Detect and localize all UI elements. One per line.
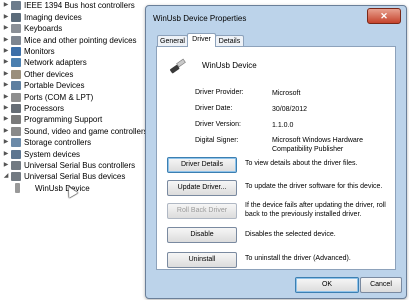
keyboard-icon bbox=[11, 24, 21, 33]
expand-arrow-icon[interactable]: ▶ bbox=[3, 12, 9, 23]
tab-driver[interactable]: Driver bbox=[187, 33, 216, 47]
properties-dialog: WinUsb Device Properties ✕ General Drive… bbox=[145, 5, 407, 299]
programming-icon bbox=[11, 115, 21, 124]
tree-node-label: Storage controllers bbox=[24, 138, 92, 147]
expand-arrow-icon[interactable]: ▶ bbox=[3, 0, 9, 11]
tree-node-label: Universal Serial Bus devices bbox=[24, 172, 126, 181]
uninstall-desc: To uninstall the driver (Advanced). bbox=[245, 255, 351, 262]
tab-label: Details bbox=[218, 38, 241, 45]
expand-arrow-icon[interactable]: ▶ bbox=[3, 137, 9, 148]
update-driver-button[interactable]: Update Driver... bbox=[167, 180, 237, 196]
camera-icon bbox=[11, 13, 21, 22]
close-icon: ✕ bbox=[380, 11, 388, 21]
expand-arrow-icon[interactable]: ▶ bbox=[3, 80, 9, 91]
speaker-icon bbox=[11, 127, 21, 136]
monitor-icon bbox=[11, 47, 21, 56]
system-icon bbox=[11, 150, 21, 159]
mouse-icon bbox=[11, 36, 21, 45]
expand-arrow-icon[interactable]: ▶ bbox=[3, 46, 9, 57]
driver-date-value: 30/08/2012 bbox=[272, 106, 308, 113]
expand-arrow-icon[interactable]: ▶ bbox=[3, 114, 9, 125]
driver-version-label: Driver Version: bbox=[195, 121, 241, 128]
collapse-arrow-icon[interactable]: ◢ bbox=[3, 171, 9, 182]
tab-label: Driver bbox=[192, 36, 211, 43]
tree-node-label: System devices bbox=[24, 150, 81, 159]
disable-button[interactable]: Disable bbox=[167, 227, 237, 243]
tree-node-label: Processors bbox=[24, 104, 65, 113]
expand-arrow-icon[interactable]: ▶ bbox=[3, 23, 9, 34]
portable-device-icon bbox=[11, 81, 21, 90]
driver-details-button[interactable]: Driver Details bbox=[167, 157, 237, 173]
expand-arrow-icon[interactable]: ▶ bbox=[3, 103, 9, 114]
usb-icon bbox=[11, 161, 21, 170]
network-icon bbox=[11, 58, 21, 67]
port-icon bbox=[11, 93, 21, 102]
usb-plug-icon bbox=[169, 58, 186, 74]
storage-icon bbox=[11, 138, 21, 147]
usb-plug-icon bbox=[15, 183, 20, 193]
cancel-button[interactable]: Cancel bbox=[360, 277, 402, 293]
digital-signer-value: Microsoft Windows Hardware Compatibility… bbox=[272, 137, 364, 153]
tree-node-label: Keyboards bbox=[24, 24, 63, 33]
tab-label: General bbox=[160, 38, 185, 45]
close-button[interactable]: ✕ bbox=[367, 8, 401, 24]
disable-desc: Disables the selected device. bbox=[245, 231, 336, 238]
driver-provider-label: Driver Provider: bbox=[195, 89, 244, 96]
update-driver-desc: To update the driver software for this d… bbox=[245, 183, 383, 190]
tree-node-label: Sound, video and game controllers bbox=[24, 127, 148, 136]
other-devices-icon bbox=[11, 70, 21, 79]
expand-arrow-icon[interactable]: ▶ bbox=[3, 149, 9, 160]
expand-arrow-icon[interactable]: ▶ bbox=[3, 57, 9, 68]
usb-icon bbox=[11, 172, 21, 181]
tree-node-label: IEEE 1394 Bus host controllers bbox=[24, 1, 135, 10]
dialog-title: WinUsb Device Properties bbox=[153, 14, 247, 23]
tree-node-label: Mice and other pointing devices bbox=[24, 36, 137, 45]
expand-arrow-icon[interactable]: ▶ bbox=[3, 69, 9, 80]
tree-node-label: Ports (COM & LPT) bbox=[24, 93, 94, 102]
ok-button[interactable]: OK bbox=[295, 277, 359, 293]
driver-details-desc: To view details about the driver files. bbox=[245, 160, 358, 167]
tree-node-label: Other devices bbox=[24, 70, 74, 79]
driver-date-label: Driver Date: bbox=[195, 105, 233, 112]
driver-provider-value: Microsoft bbox=[272, 90, 301, 97]
processor-icon bbox=[11, 104, 21, 113]
tree-node-label: Universal Serial Bus controllers bbox=[24, 161, 136, 170]
uninstall-button[interactable]: Uninstall bbox=[167, 252, 237, 268]
driver-tab-panel: WinUsb Device Driver Provider: Microsoft… bbox=[156, 46, 396, 270]
expand-arrow-icon[interactable]: ▶ bbox=[3, 35, 9, 46]
expand-arrow-icon[interactable]: ▶ bbox=[3, 92, 9, 103]
tree-node-label: WinUsb Device bbox=[35, 184, 90, 193]
tree-node-label: Portable Devices bbox=[24, 81, 85, 90]
ieee1394-icon bbox=[11, 1, 21, 10]
tree-node-label: Network adapters bbox=[24, 58, 87, 67]
tree-node-label: Monitors bbox=[24, 47, 55, 56]
device-name: WinUsb Device bbox=[202, 61, 257, 70]
tree-node-label: Programming Support bbox=[24, 115, 103, 124]
tree-node-label: Imaging devices bbox=[24, 13, 82, 22]
expand-arrow-icon[interactable]: ▶ bbox=[3, 160, 9, 171]
digital-signer-label: Digital Signer: bbox=[195, 137, 239, 144]
roll-back-driver-button[interactable]: Roll Back Driver bbox=[167, 203, 237, 219]
roll-back-driver-desc: If the device fails after updating the d… bbox=[245, 202, 386, 218]
dialog-titlebar[interactable]: WinUsb Device Properties ✕ bbox=[146, 6, 406, 30]
expand-arrow-icon[interactable]: ▶ bbox=[3, 126, 9, 137]
driver-version-value: 1.1.0.0 bbox=[272, 122, 294, 129]
